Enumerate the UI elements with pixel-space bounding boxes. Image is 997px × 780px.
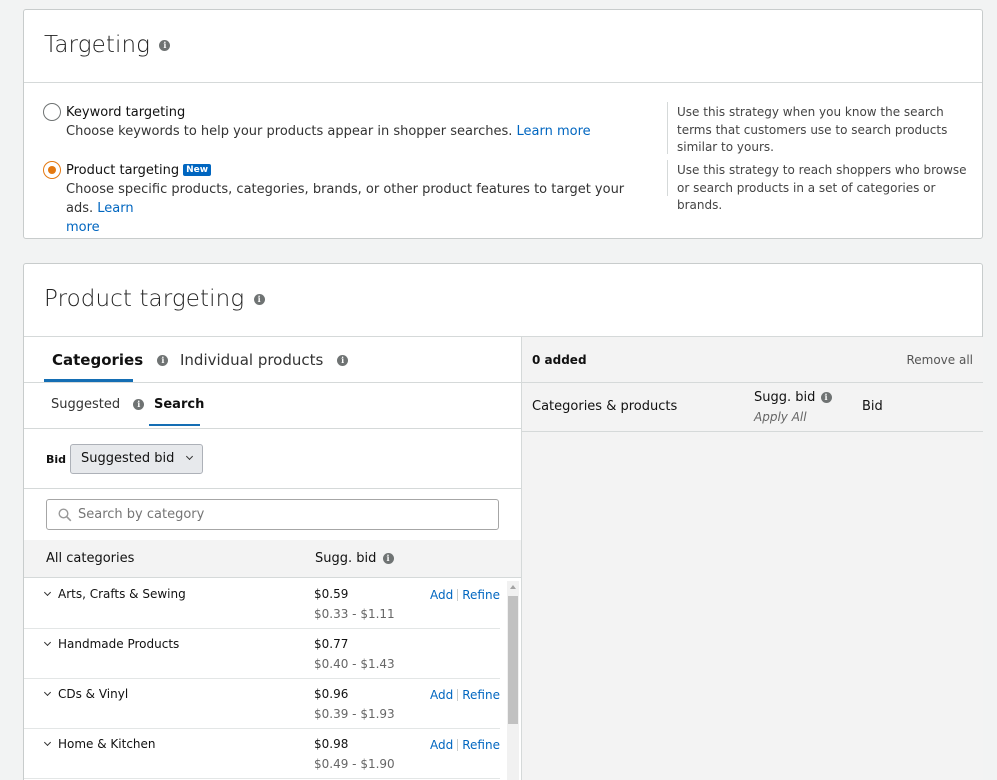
product-targeting-label-wrap[interactable]: Product targeting New xyxy=(66,163,212,178)
header-bid: Bid xyxy=(862,399,883,414)
divider xyxy=(24,488,522,489)
remove-all-button[interactable]: Remove all xyxy=(906,353,973,367)
info-icon[interactable]: i xyxy=(820,392,832,403)
divider xyxy=(24,82,982,83)
product-targeting-title: Product targeting xyxy=(44,286,245,312)
info-icon[interactable]: i xyxy=(157,355,169,366)
category-bid-range: $0.33 - $1.11 xyxy=(314,607,395,621)
table-row: Arts, Crafts & Sewing $0.59 $0.33 - $1.1… xyxy=(24,579,500,629)
chevron-down-icon[interactable] xyxy=(43,738,52,747)
chevron-down-icon xyxy=(185,452,193,461)
table-header: All categories Sugg. bid i xyxy=(24,540,522,578)
category-sugg-bid: $0.77 xyxy=(314,637,349,651)
keyword-targeting-desc-text: Choose keywords to help your products ap… xyxy=(66,124,513,139)
added-table-header: Categories & products Sugg. bid i Apply … xyxy=(522,383,983,431)
category-sugg-bid: $0.96 xyxy=(314,687,349,701)
header-sugg-bid-wrap: Sugg. bid i xyxy=(315,551,394,566)
category-sugg-bid: $0.59 xyxy=(314,587,349,601)
tab-individual-products[interactable]: Individual products i xyxy=(180,351,349,369)
added-count: 0 added xyxy=(532,353,587,367)
header-sugg-bid: Sugg. bid xyxy=(754,390,816,405)
product-targeting-radio[interactable] xyxy=(43,161,61,179)
search-input-wrap[interactable] xyxy=(46,499,499,530)
add-button[interactable]: Add xyxy=(430,588,453,602)
category-list: Arts, Crafts & Sewing $0.59 $0.33 - $1.1… xyxy=(24,579,522,780)
scroll-up-icon[interactable] xyxy=(507,582,519,592)
tab-categories-label[interactable]: Categories xyxy=(52,351,143,369)
scrollbar-thumb[interactable] xyxy=(508,596,518,724)
added-panel: 0 added Remove all Categories & products… xyxy=(522,337,983,780)
header-all-categories: All categories xyxy=(46,551,135,566)
subtab-active-indicator xyxy=(149,424,200,426)
product-targeting-help: Use this strategy to reach shoppers who … xyxy=(677,163,967,212)
add-button[interactable]: Add xyxy=(430,688,453,702)
subtab-search[interactable]: Search xyxy=(154,397,204,412)
new-badge: New xyxy=(183,164,212,176)
learn-more-link[interactable]: Learn more xyxy=(517,124,591,139)
search-input[interactable] xyxy=(78,504,478,525)
info-icon[interactable]: i xyxy=(253,294,265,305)
targeting-card: Targeting i Keyword targeting Choose key… xyxy=(23,9,983,239)
category-name: Arts, Crafts & Sewing xyxy=(58,587,186,601)
category-bid-range: $0.39 - $1.93 xyxy=(314,707,395,721)
header-sugg-bid: Sugg. bid xyxy=(315,551,377,566)
category-name: Home & Kitchen xyxy=(58,737,156,751)
tab-individual-products-label[interactable]: Individual products xyxy=(180,351,323,369)
table-row: Handmade Products $0.77 $0.40 - $1.43 xyxy=(24,629,500,679)
info-icon[interactable]: i xyxy=(382,553,394,564)
product-targeting-desc-text: Choose specific products, categories, br… xyxy=(66,182,625,216)
product-targeting-title-wrap: Product targeting i xyxy=(44,286,265,312)
row-actions: Add Refine xyxy=(430,688,500,702)
keyword-targeting-radio[interactable] xyxy=(43,103,61,121)
apply-all-button[interactable]: Apply All xyxy=(754,410,807,424)
category-name: CDs & Vinyl xyxy=(58,687,129,701)
chevron-down-icon[interactable] xyxy=(43,588,52,597)
learn-more-link[interactable]: Learn xyxy=(97,201,133,216)
chevron-down-icon[interactable] xyxy=(43,638,52,647)
refine-button[interactable]: Refine xyxy=(462,738,500,752)
tab-categories[interactable]: Categories i xyxy=(52,351,169,369)
info-icon[interactable]: i xyxy=(133,399,145,410)
divider xyxy=(457,589,459,601)
product-targeting-card: Product targeting i Categories i Individ… xyxy=(23,263,983,780)
subtab-suggested-label[interactable]: Suggested xyxy=(51,397,120,412)
product-targeting-description: Choose specific products, categories, br… xyxy=(66,180,636,237)
bid-dropdown-value[interactable]: Suggested bid xyxy=(81,451,174,466)
divider xyxy=(457,689,459,701)
bid-dropdown[interactable]: Suggested bid xyxy=(70,444,203,474)
category-name: Handmade Products xyxy=(58,637,180,651)
keyword-targeting-description: Choose keywords to help your products ap… xyxy=(66,122,666,141)
targeting-title: Targeting xyxy=(44,32,151,58)
category-bid-range: $0.49 - $1.90 xyxy=(314,757,395,771)
category-sugg-bid: $0.98 xyxy=(314,737,349,751)
header-categories-products: Categories & products xyxy=(532,399,678,414)
row-actions: Add Refine xyxy=(430,588,500,602)
add-button[interactable]: Add xyxy=(430,738,453,752)
info-icon[interactable]: i xyxy=(159,40,171,51)
scrollbar[interactable] xyxy=(507,581,519,780)
bid-label: Bid xyxy=(46,453,67,466)
divider xyxy=(24,382,522,383)
info-icon[interactable]: i xyxy=(337,355,349,366)
targeting-title-wrap: Targeting i xyxy=(44,32,171,58)
learn-more-link-cont[interactable]: more xyxy=(66,220,100,235)
category-bid-range: $0.40 - $1.43 xyxy=(314,657,395,671)
product-targeting-label[interactable]: Product targeting xyxy=(66,163,179,178)
help-divider xyxy=(667,160,668,196)
refine-button[interactable]: Refine xyxy=(462,688,500,702)
table-row: CDs & Vinyl $0.96 $0.39 - $1.93 Add Refin… xyxy=(24,679,500,729)
divider xyxy=(522,431,983,432)
divider xyxy=(457,739,459,751)
divider xyxy=(24,428,522,429)
subtab-suggested[interactable]: Suggested i xyxy=(51,397,145,412)
row-actions: Add Refine xyxy=(430,738,500,752)
refine-button[interactable]: Refine xyxy=(462,588,500,602)
help-divider xyxy=(667,102,668,154)
keyword-targeting-label[interactable]: Keyword targeting xyxy=(66,105,185,120)
keyword-targeting-help: Use this strategy when you know the sear… xyxy=(677,105,948,154)
chevron-down-icon[interactable] xyxy=(43,688,52,697)
search-icon xyxy=(58,508,72,522)
table-row: Home & Kitchen $0.98 $0.49 - $1.90 Add Re… xyxy=(24,729,500,779)
header-sugg-bid-wrap: Sugg. bid i xyxy=(754,390,832,405)
